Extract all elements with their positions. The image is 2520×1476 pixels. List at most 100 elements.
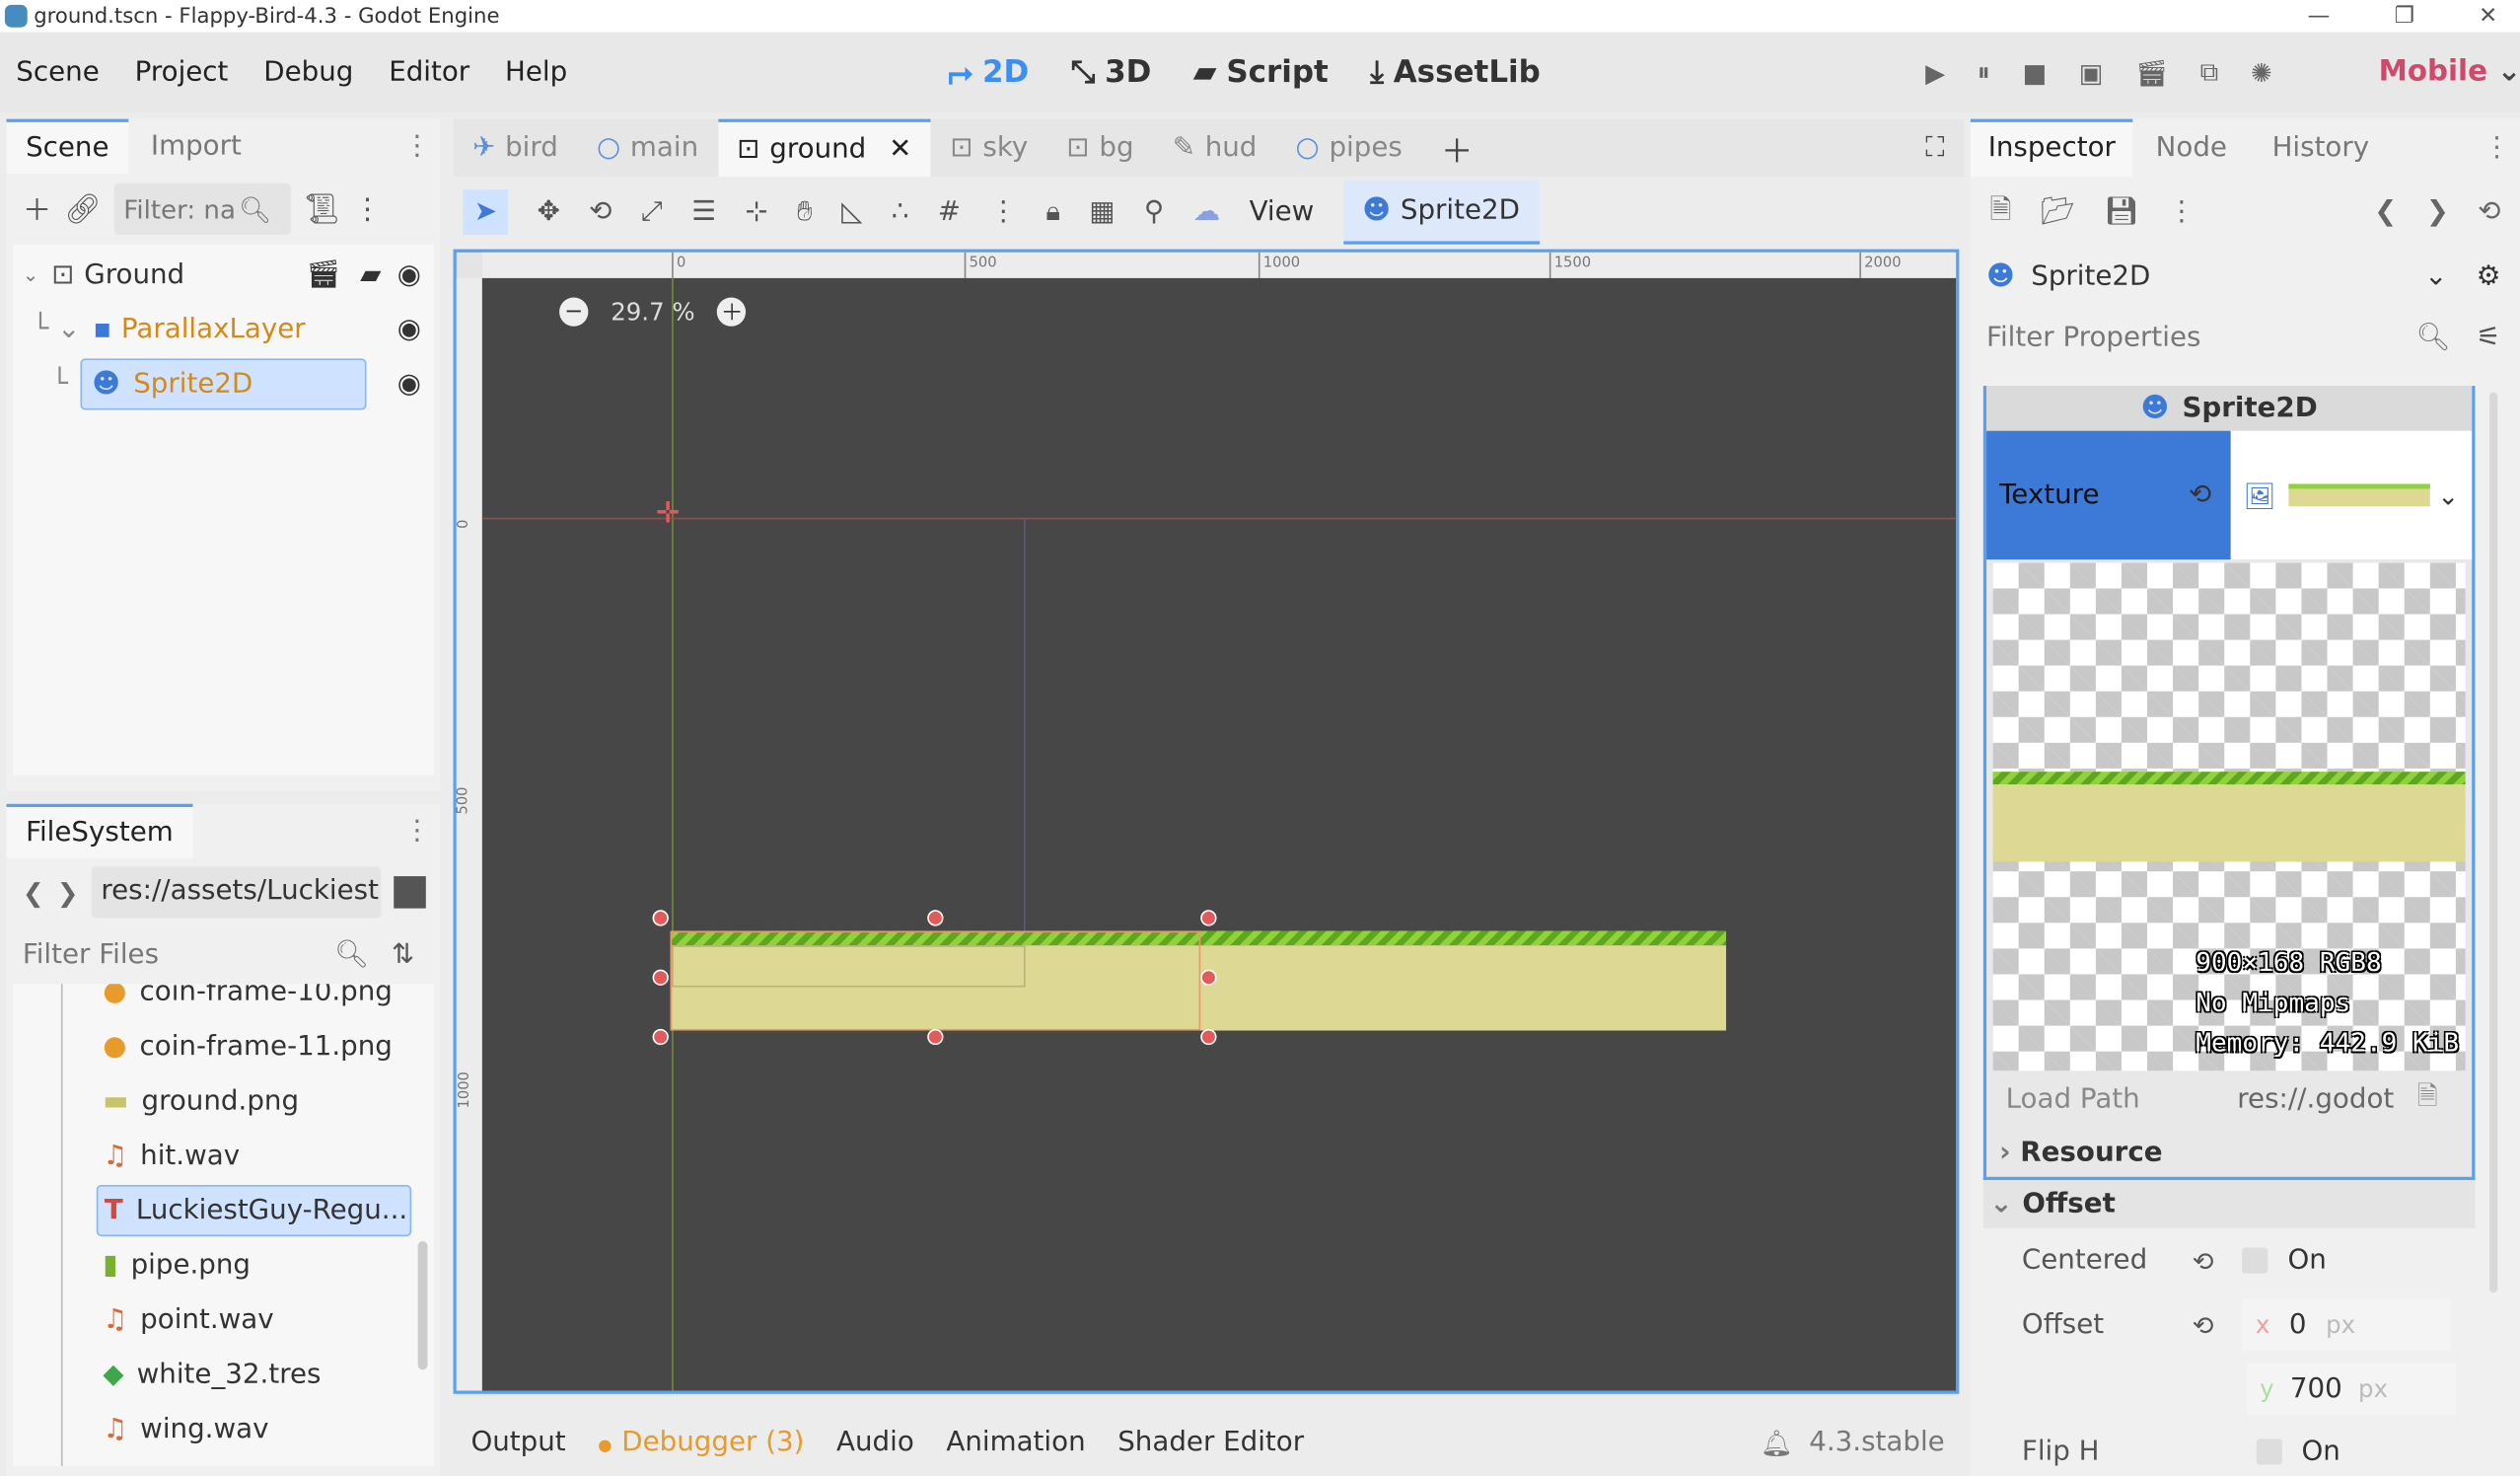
forward-icon[interactable]: ❯ (57, 877, 79, 908)
restore-icon[interactable]: ❐ (2394, 3, 2413, 29)
play-icon[interactable]: ▶ (1925, 57, 1945, 88)
zoom-out-icon[interactable]: − (559, 297, 589, 327)
tab-main[interactable]: ○ main (577, 132, 717, 165)
list-item[interactable]: ♫ wing.wav (13, 1402, 434, 1456)
list-item[interactable]: T LuckiestGuy-Regu... (13, 1183, 434, 1237)
lock-icon[interactable]: 🔒︎ (1045, 196, 1060, 229)
tab-import[interactable]: Import (128, 120, 264, 172)
filter-properties-input[interactable]: Filter Properties 🔍︎ ⚟ (1971, 306, 2520, 370)
tab-output[interactable]: Output (470, 1426, 565, 1458)
back-icon[interactable]: ❮ (23, 877, 44, 908)
close-window-icon[interactable]: ✕ (2479, 3, 2497, 29)
tab-bird[interactable]: ✈ bird (454, 132, 578, 165)
dock-menu-icon[interactable]: ⋮ (403, 815, 431, 848)
inspector-scrollbar[interactable] (2489, 392, 2498, 1293)
tree-node-parallaxlayer[interactable]: └ ⌄ ▪ ParallaxLayer ◉ (13, 302, 434, 356)
grid-snap-icon[interactable]: # (938, 196, 961, 229)
minimize-icon[interactable]: — (2307, 3, 2330, 29)
close-tab-icon[interactable]: ✕ (889, 133, 911, 166)
split-view-icon[interactable] (393, 876, 426, 909)
property-options-icon[interactable]: ⚟ (2477, 322, 2501, 354)
tab-node[interactable]: Node (2133, 122, 2250, 174)
menu-help[interactable]: Help (505, 56, 567, 89)
add-tab-icon[interactable]: ＋ (1421, 124, 1492, 171)
visibility-eye-icon[interactable]: ◉ (397, 258, 421, 291)
clapper-icon[interactable]: 🎬︎ (306, 258, 340, 291)
node-type-select[interactable]: ☻ Sprite2D ⌄ ⚙ (1971, 248, 2520, 306)
scene-menu-icon[interactable]: ⋮ (353, 192, 382, 226)
script-icon[interactable]: ▰ (360, 258, 381, 291)
revert-icon[interactable]: ⟲ (2189, 480, 2211, 512)
movie-maker-icon[interactable]: ✺ (2251, 57, 2272, 88)
offset-y-field[interactable]: y 700 px (2247, 1363, 2456, 1415)
menu-editor[interactable]: Editor (389, 56, 469, 89)
tab-ground[interactable]: ⊡ ground ✕ (717, 118, 931, 178)
offset-x-field[interactable]: x 0 px (2242, 1298, 2452, 1351)
save-icon[interactable]: 💾︎ (2104, 196, 2138, 229)
workspace-script-button[interactable]: ▰ Script (1193, 54, 1329, 90)
resize-handle-r[interactable] (1200, 969, 1217, 986)
load-path-field[interactable]: res://.godot (2237, 1083, 2404, 1116)
canvas-2d[interactable]: − 29.7 % ＋ ✛ (481, 277, 1957, 1391)
selectable-nodes-icon[interactable]: ☰ (691, 196, 716, 229)
tab-bg[interactable]: ⊡ bg (1047, 132, 1153, 165)
file-icon[interactable]: 🗎︎ (2417, 1078, 2438, 1122)
list-item[interactable]: ▮ pipe.png (13, 1238, 434, 1292)
resource-section[interactable]: › Resource (1986, 1126, 2472, 1180)
tree-node-sprite2d[interactable]: └ ☻ Sprite2D ◉ (13, 357, 434, 411)
workspace-3d-button[interactable]: ⤡ 3D (1071, 54, 1152, 90)
scrollbar[interactable] (417, 1240, 428, 1370)
renderer-select[interactable]: Mobile ⌄ (2379, 54, 2520, 88)
resize-handle-tr[interactable] (1200, 910, 1217, 926)
workspace-2d-button[interactable]: ⮣ 2D (948, 54, 1029, 90)
offset-section-header[interactable]: ⌄ Offset (1982, 1180, 2476, 1228)
resize-handle-l[interactable] (652, 969, 669, 986)
texture-resource-picker[interactable]: 🖼︎ ⌄ (2230, 430, 2473, 560)
resize-handle-tl[interactable] (652, 910, 669, 926)
tab-shader-editor[interactable]: Shader Editor (1117, 1426, 1304, 1458)
play-custom-scene-icon[interactable]: ⧉ (2200, 56, 2219, 89)
move-tool-icon[interactable]: ✥ (538, 196, 560, 229)
rotate-tool-icon[interactable]: ⟲ (589, 196, 612, 229)
list-item[interactable]: ● coin-frame-11.png (13, 1019, 434, 1073)
inspector-menu-icon[interactable]: ⋮ (2168, 196, 2196, 229)
stop-icon[interactable]: ■ (2022, 57, 2047, 88)
play-scene-icon[interactable]: 🎬︎ (2135, 57, 2168, 88)
tab-animation[interactable]: Animation (946, 1426, 1085, 1458)
view-menu[interactable]: View (1250, 196, 1315, 229)
new-resource-icon[interactable]: 🗎︎ (1989, 188, 2011, 235)
list-item[interactable]: ◆ white_32.tres (13, 1348, 434, 1402)
smart-snap-icon[interactable]: ∴ (892, 196, 909, 229)
visibility-eye-icon[interactable]: ◉ (397, 314, 421, 346)
tab-filesystem[interactable]: FileSystem (6, 803, 193, 859)
resize-handle-bl[interactable] (652, 1028, 669, 1046)
recent-icon[interactable]: ⟲ (2478, 196, 2500, 229)
scene-filter-input[interactable]: Filter: na 🔍︎ (113, 183, 291, 235)
tab-debugger[interactable]: ● Debugger (3) (598, 1426, 804, 1458)
tab-pipes[interactable]: ○ pipes (1276, 132, 1421, 165)
revert-icon[interactable]: ⟲ (2193, 1245, 2214, 1276)
notification-bell-icon[interactable]: 🔔︎ (1761, 1427, 1793, 1457)
node-settings-icon[interactable]: ⚙ (2477, 260, 2501, 293)
path-field[interactable]: res://assets/Luckiest (91, 866, 381, 919)
zoom-level[interactable]: 29.7 % (611, 297, 694, 326)
zoom-in-icon[interactable]: ＋ (717, 297, 747, 327)
menu-scene[interactable]: Scene (16, 56, 99, 89)
history-forward-icon[interactable]: ❯ (2426, 196, 2449, 229)
snap-menu-icon[interactable]: ⋮ (989, 196, 1017, 229)
menu-debug[interactable]: Debug (263, 56, 353, 89)
select-tool-icon[interactable]: ➤ (463, 189, 509, 235)
resize-handle-t[interactable] (927, 910, 944, 926)
tab-scene[interactable]: Scene (6, 118, 129, 174)
tree-node-ground[interactable]: ⌄ ⊡ Ground 🎬︎ ▰ ◉ (13, 248, 434, 302)
script-attach-icon[interactable]: 📜︎ (304, 192, 340, 226)
flip-h-checkbox[interactable] (2256, 1439, 2282, 1465)
pivot-icon[interactable]: ⊹ (745, 196, 767, 229)
visibility-eye-icon[interactable]: ◉ (397, 368, 421, 401)
list-item[interactable]: ▬ ground.png (13, 1074, 434, 1129)
tab-history[interactable]: History (2250, 122, 2392, 174)
workspace-assetlib-button[interactable]: ⤓ AssetLib (1370, 54, 1541, 90)
scale-tool-icon[interactable]: ⤢ (641, 196, 663, 229)
centered-checkbox[interactable] (2242, 1247, 2268, 1274)
group-icon[interactable]: ▦ (1089, 196, 1115, 229)
